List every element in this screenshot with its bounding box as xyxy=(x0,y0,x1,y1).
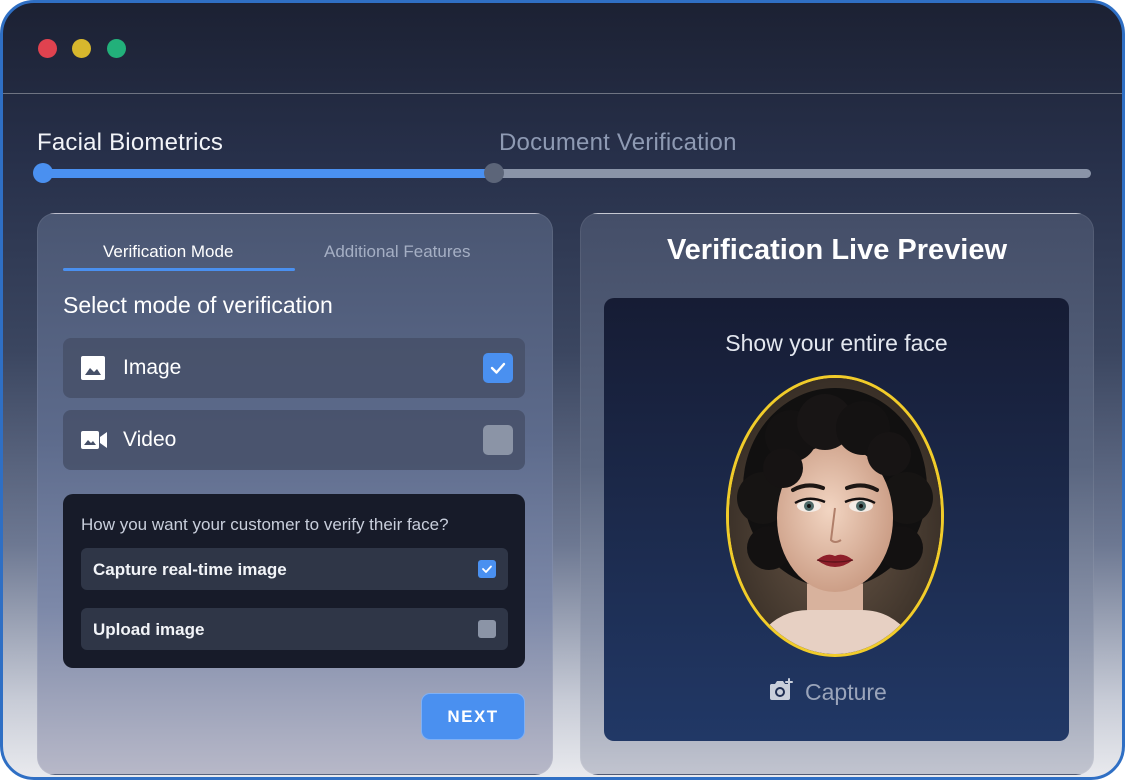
live-preview-panel: Verification Live Preview Show your enti… xyxy=(580,213,1094,775)
preview-title: Verification Live Preview xyxy=(666,234,1008,266)
tab-verification-mode[interactable]: Verification Mode xyxy=(103,242,233,262)
video-mode-checkbox[interactable] xyxy=(483,425,513,455)
progress-step-knob xyxy=(484,163,504,183)
option-label: Upload image xyxy=(93,620,205,639)
active-tab-indicator xyxy=(63,268,295,271)
add-photo-camera-icon xyxy=(770,678,793,700)
image-mode-checkbox[interactable] xyxy=(483,353,513,383)
face-photo xyxy=(729,378,941,654)
mode-label-video: Video xyxy=(123,428,177,451)
app-window: Facial Biometrics Document Verification … xyxy=(0,0,1125,780)
capture-realtime-checkbox[interactable] xyxy=(478,560,496,578)
check-icon xyxy=(490,362,506,374)
method-question: How you want your customer to verify the… xyxy=(81,515,449,534)
option-upload-image[interactable]: Upload image xyxy=(81,608,508,650)
mode-label-image: Image xyxy=(123,356,182,379)
option-label: Capture real-time image xyxy=(93,560,287,579)
face-frame xyxy=(726,375,944,657)
step-document-verification[interactable]: Document Verification xyxy=(499,129,737,157)
minimize-window-button[interactable] xyxy=(72,39,91,58)
mode-option-image[interactable]: Image xyxy=(63,338,525,398)
progress-fill xyxy=(41,169,493,178)
tab-additional-features[interactable]: Additional Features xyxy=(324,242,470,262)
face-verification-method-card: How you want your customer to verify the… xyxy=(63,494,525,668)
title-bar xyxy=(3,3,1122,94)
verification-settings-panel: Verification Mode Additional Features Se… xyxy=(37,213,553,775)
progress-track xyxy=(41,169,1091,178)
capture-label: Capture xyxy=(805,679,887,705)
camera-preview: Show your entire face Capture xyxy=(604,298,1069,741)
next-button[interactable]: NEXT xyxy=(421,693,525,740)
image-icon xyxy=(81,356,105,380)
mode-option-video[interactable]: Video xyxy=(63,410,525,470)
check-icon xyxy=(482,565,492,573)
step-facial-biometrics[interactable]: Facial Biometrics xyxy=(37,129,223,157)
option-capture-realtime[interactable]: Capture real-time image xyxy=(81,548,508,590)
section-title: Select mode of verification xyxy=(63,292,333,318)
preview-instruction: Show your entire face xyxy=(725,330,948,356)
video-camera-icon xyxy=(81,431,107,449)
progress-start-knob xyxy=(33,163,53,183)
maximize-window-button[interactable] xyxy=(107,39,126,58)
close-window-button[interactable] xyxy=(38,39,57,58)
upload-image-checkbox[interactable] xyxy=(478,620,496,638)
